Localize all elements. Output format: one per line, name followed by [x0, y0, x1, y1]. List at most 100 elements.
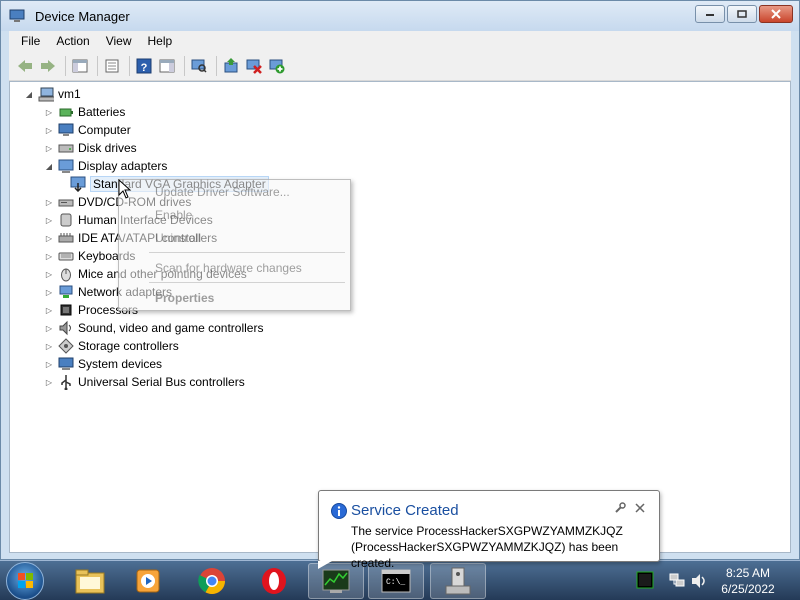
menu-view[interactable]: View — [98, 34, 140, 48]
notification-balloon[interactable]: Service Created The service ProcessHacke… — [318, 490, 660, 570]
usb-icon — [58, 374, 74, 390]
close-notification-icon[interactable] — [633, 501, 647, 515]
expand-arrow-icon[interactable]: ▷ — [44, 341, 54, 351]
show-hide-console-tree-icon[interactable] — [70, 56, 90, 76]
tree-item-label: Sound, video and game controllers — [78, 321, 264, 335]
expand-arrow-icon[interactable]: ▷ — [44, 215, 54, 225]
mouse-icon — [58, 266, 74, 282]
menu-bar: File Action View Help — [9, 31, 791, 51]
collapse-arrow-icon[interactable]: ◢ — [24, 89, 34, 99]
toolbar-separator — [184, 55, 185, 76]
expand-arrow-icon[interactable]: ▷ — [44, 233, 54, 243]
menu-file[interactable]: File — [13, 34, 48, 48]
tree-item-label: Display adapters — [78, 159, 168, 173]
notification-title: Service Created — [351, 502, 459, 519]
tree-category-item[interactable]: ▷ Sound, video and game controllers — [44, 319, 263, 337]
tree-category-item[interactable]: ◢ Display adapters — [44, 157, 167, 175]
tree-category-item[interactable]: ▷ Disk drives — [44, 139, 137, 157]
add-legacy-hardware-icon[interactable] — [267, 56, 287, 76]
expand-arrow-icon[interactable]: ▷ — [44, 359, 54, 369]
clock[interactable]: 8:25 AM 6/25/2022 — [700, 565, 796, 597]
expand-arrow-icon[interactable]: ▷ — [44, 143, 54, 153]
expand-arrow-icon[interactable]: ▷ — [44, 305, 54, 315]
action-pane-icon[interactable] — [157, 56, 177, 76]
chrome-icon[interactable] — [184, 563, 240, 599]
ide-icon — [58, 230, 74, 246]
expand-arrow-icon[interactable]: ▷ — [44, 125, 54, 135]
close-button[interactable] — [759, 5, 793, 23]
back-icon[interactable] — [15, 56, 35, 76]
computer-root-icon — [38, 86, 54, 102]
tree-item-label: Computer — [78, 123, 131, 137]
tree-category-item[interactable]: ▷ Computer — [44, 121, 131, 139]
tree-category-item[interactable]: ▷ Universal Serial Bus controllers — [44, 373, 245, 391]
ctx-scan-hardware[interactable]: Scan for hardware changes — [155, 261, 302, 275]
update-driver-icon[interactable] — [221, 56, 241, 76]
ctx-separator — [149, 282, 345, 283]
disk-drive-icon — [58, 140, 74, 156]
tree-item-label: Batteries — [78, 105, 126, 119]
toolbar-separator — [65, 55, 66, 76]
ctx-uninstall[interactable]: Uninstall — [155, 231, 201, 245]
uninstall-icon[interactable] — [244, 56, 264, 76]
maximize-button[interactable] — [727, 5, 757, 23]
expand-arrow-icon[interactable]: ▷ — [44, 107, 54, 117]
tree-root[interactable]: ◢ vm1 — [24, 85, 81, 103]
ctx-enable[interactable]: Enable — [155, 208, 192, 222]
balloon-tail — [318, 561, 332, 569]
ctx-properties[interactable]: Properties — [155, 291, 214, 305]
computer-icon — [58, 122, 74, 138]
expand-arrow-icon[interactable]: ▷ — [44, 287, 54, 297]
toolbar-separator — [129, 55, 130, 76]
menu-help[interactable]: Help — [140, 34, 181, 48]
ctx-separator — [149, 252, 345, 253]
toolbar: ? — [9, 51, 791, 81]
minimize-button[interactable] — [695, 5, 725, 23]
properties-icon[interactable] — [102, 56, 122, 76]
system-devices-icon — [58, 356, 74, 372]
tree-category-item[interactable]: ▷ Batteries — [44, 103, 125, 121]
hid-icon — [58, 212, 74, 228]
expand-arrow-icon[interactable]: ▷ — [44, 269, 54, 279]
device-manager-icon — [9, 9, 25, 23]
display-adapter-icon — [58, 158, 74, 174]
window-title: Device Manager — [35, 9, 130, 24]
clock-date: 6/25/2022 — [721, 582, 775, 596]
forward-icon[interactable] — [38, 56, 58, 76]
clock-time: 8:25 AM — [725, 566, 771, 580]
ctx-update-driver[interactable]: Update Driver Software... — [155, 185, 290, 199]
storage-icon — [58, 338, 74, 354]
network-icon[interactable] — [668, 572, 686, 593]
tree-item-label: Disk drives — [78, 141, 137, 155]
menu-action[interactable]: Action — [48, 34, 97, 48]
tree-item-label: Storage controllers — [78, 339, 179, 353]
opera-icon[interactable] — [246, 563, 302, 599]
expand-arrow-icon[interactable]: ▷ — [44, 323, 54, 333]
expand-arrow-icon[interactable]: ▷ — [44, 197, 54, 207]
media-player-icon[interactable] — [120, 563, 176, 599]
toolbar-separator — [216, 55, 217, 76]
tree-root-label: vm1 — [58, 87, 81, 101]
dvd-icon — [58, 194, 74, 210]
help-icon[interactable]: ? — [134, 56, 154, 76]
wrench-icon[interactable] — [613, 501, 627, 515]
vga-adapter-icon — [70, 176, 86, 192]
info-icon — [331, 503, 347, 519]
scan-hardware-icon[interactable] — [189, 56, 209, 76]
sound-icon — [58, 320, 74, 336]
tree-category-item[interactable]: ▷ Storage controllers — [44, 337, 179, 355]
toolbar-separator — [97, 55, 98, 76]
start-button[interactable] — [6, 562, 44, 600]
expand-arrow-icon[interactable]: ▷ — [44, 377, 54, 387]
title-bar[interactable]: Device Manager — [1, 1, 799, 31]
notification-message: The service ProcessHackerSXGPWZYAMMZKJQZ… — [351, 524, 623, 570]
mouse-cursor-icon — [118, 178, 132, 202]
network-adapter-icon — [58, 284, 74, 300]
file-explorer-icon[interactable] — [62, 563, 118, 599]
collapse-arrow-icon[interactable]: ◢ — [44, 161, 54, 171]
expand-arrow-icon[interactable]: ▷ — [44, 251, 54, 261]
security-alert-icon[interactable] — [636, 571, 654, 592]
keyboard-icon — [58, 248, 74, 264]
tree-category-item[interactable]: ▷ System devices — [44, 355, 162, 373]
device-tree-pane: ◢ vm1 ▷ Batteries ▷ Computer ▷ Disk drives ◢ Di… — [9, 81, 791, 553]
